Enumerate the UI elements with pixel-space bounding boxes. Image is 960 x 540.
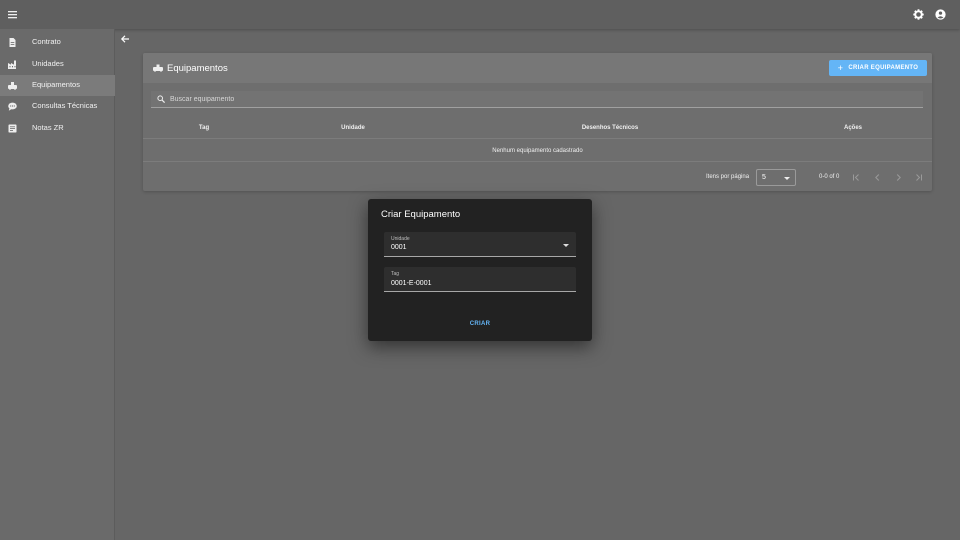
search-icon bbox=[157, 95, 165, 103]
gear-icon[interactable] bbox=[913, 9, 924, 20]
unit-select-value: 0001 bbox=[391, 244, 407, 251]
items-per-page-value: 5 bbox=[762, 174, 766, 181]
menu-icon[interactable] bbox=[8, 9, 17, 20]
document-icon bbox=[9, 38, 16, 47]
factory-icon bbox=[8, 60, 16, 69]
create-button[interactable]: CRIAR bbox=[460, 317, 500, 331]
top-app-bar bbox=[0, 0, 960, 29]
sidebar-item-label: Unidades bbox=[32, 59, 64, 68]
tag-field[interactable]: Tag bbox=[384, 267, 576, 292]
tag-field-label: Tag bbox=[391, 271, 400, 277]
card-header: Equipamentos + CRIAR EQUIPAMENTO bbox=[143, 53, 932, 83]
empty-table-message: Nenhum equipamento cadastrado bbox=[492, 148, 583, 154]
search-field[interactable] bbox=[151, 91, 923, 108]
sidebar-item-consultas-tecnicas[interactable]: Consultas Técnicas bbox=[0, 96, 115, 117]
sidebar-item-label: Notas ZR bbox=[32, 123, 64, 132]
sidebar-item-unidades[interactable]: Unidades bbox=[0, 54, 115, 75]
plus-icon: + bbox=[837, 63, 844, 73]
sidebar-item-label: Equipamentos bbox=[32, 80, 80, 89]
page-title: Equipamentos bbox=[167, 63, 228, 74]
sidebar-item-label: Consultas Técnicas bbox=[32, 101, 98, 110]
account-circle-icon[interactable] bbox=[935, 9, 946, 20]
notes-icon bbox=[8, 124, 17, 133]
items-per-page-label: Itens por página bbox=[706, 174, 750, 180]
search-input[interactable] bbox=[170, 93, 910, 106]
unit-select[interactable]: Unidade 0001 bbox=[384, 232, 576, 257]
pagination-range: 0-0 of 0 bbox=[819, 174, 840, 180]
dialog-title: Criar Equipamento bbox=[381, 209, 461, 220]
sidebar-item-equipamentos[interactable]: Equipamentos bbox=[0, 75, 115, 96]
column-header-unidade[interactable]: Unidade bbox=[341, 125, 365, 131]
chat-bubble-icon bbox=[8, 102, 17, 111]
tag-input[interactable] bbox=[391, 278, 566, 289]
arrow-left-icon[interactable] bbox=[120, 34, 130, 44]
equipment-icon bbox=[8, 82, 17, 90]
create-equipment-dialog: Criar Equipamento Unidade 0001 Tag CRIAR bbox=[368, 199, 592, 341]
column-header-desenhos-tecnicos[interactable]: Desenhos Técnicos bbox=[582, 125, 638, 131]
sidebar-item-notas-zr[interactable]: Notas ZR bbox=[0, 118, 115, 139]
table-pagination: Itens por página 5 0-0 of 0 bbox=[143, 168, 932, 188]
last-page-icon[interactable] bbox=[914, 173, 923, 182]
unit-select-label: Unidade bbox=[391, 236, 410, 242]
sidebar-item-label: Contrato bbox=[32, 37, 61, 46]
equipment-icon bbox=[153, 64, 163, 72]
chevron-down-icon bbox=[784, 177, 790, 180]
column-header-tag[interactable]: Tag bbox=[199, 125, 209, 131]
create-equipment-button[interactable]: + CRIAR EQUIPAMENTO bbox=[829, 60, 927, 76]
column-header-acoes: Ações bbox=[843, 125, 863, 131]
chevron-down-icon bbox=[563, 244, 569, 247]
first-page-icon[interactable] bbox=[852, 173, 861, 182]
chevron-left-icon[interactable] bbox=[873, 173, 882, 182]
chevron-right-icon[interactable] bbox=[894, 173, 903, 182]
table-header: Tag Unidade Desenhos Técnicos Ações bbox=[143, 119, 932, 139]
sidebar-item-contrato[interactable]: Contrato bbox=[0, 32, 115, 53]
items-per-page-select[interactable]: 5 bbox=[756, 169, 796, 186]
sidebar: Contrato Unidades Equipamentos Consultas… bbox=[0, 29, 115, 540]
create-equipment-label: CRIAR EQUIPAMENTO bbox=[848, 65, 919, 71]
divider bbox=[143, 161, 932, 162]
equipment-card: Equipamentos + CRIAR EQUIPAMENTO Tag Uni… bbox=[143, 53, 932, 191]
